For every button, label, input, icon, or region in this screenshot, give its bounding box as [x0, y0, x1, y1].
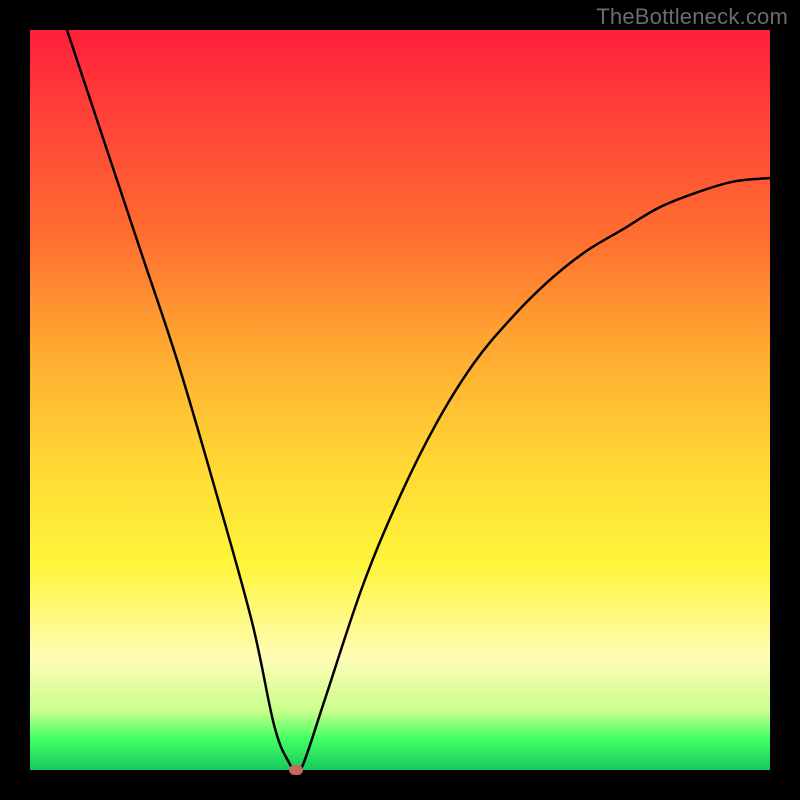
watermark-label: TheBottleneck.com: [596, 4, 788, 30]
bottleneck-curve: [30, 30, 770, 770]
chart-frame: TheBottleneck.com: [0, 0, 800, 800]
plot-area: [30, 30, 770, 770]
curve-path: [67, 30, 770, 770]
optimal-point-marker: [289, 765, 303, 775]
